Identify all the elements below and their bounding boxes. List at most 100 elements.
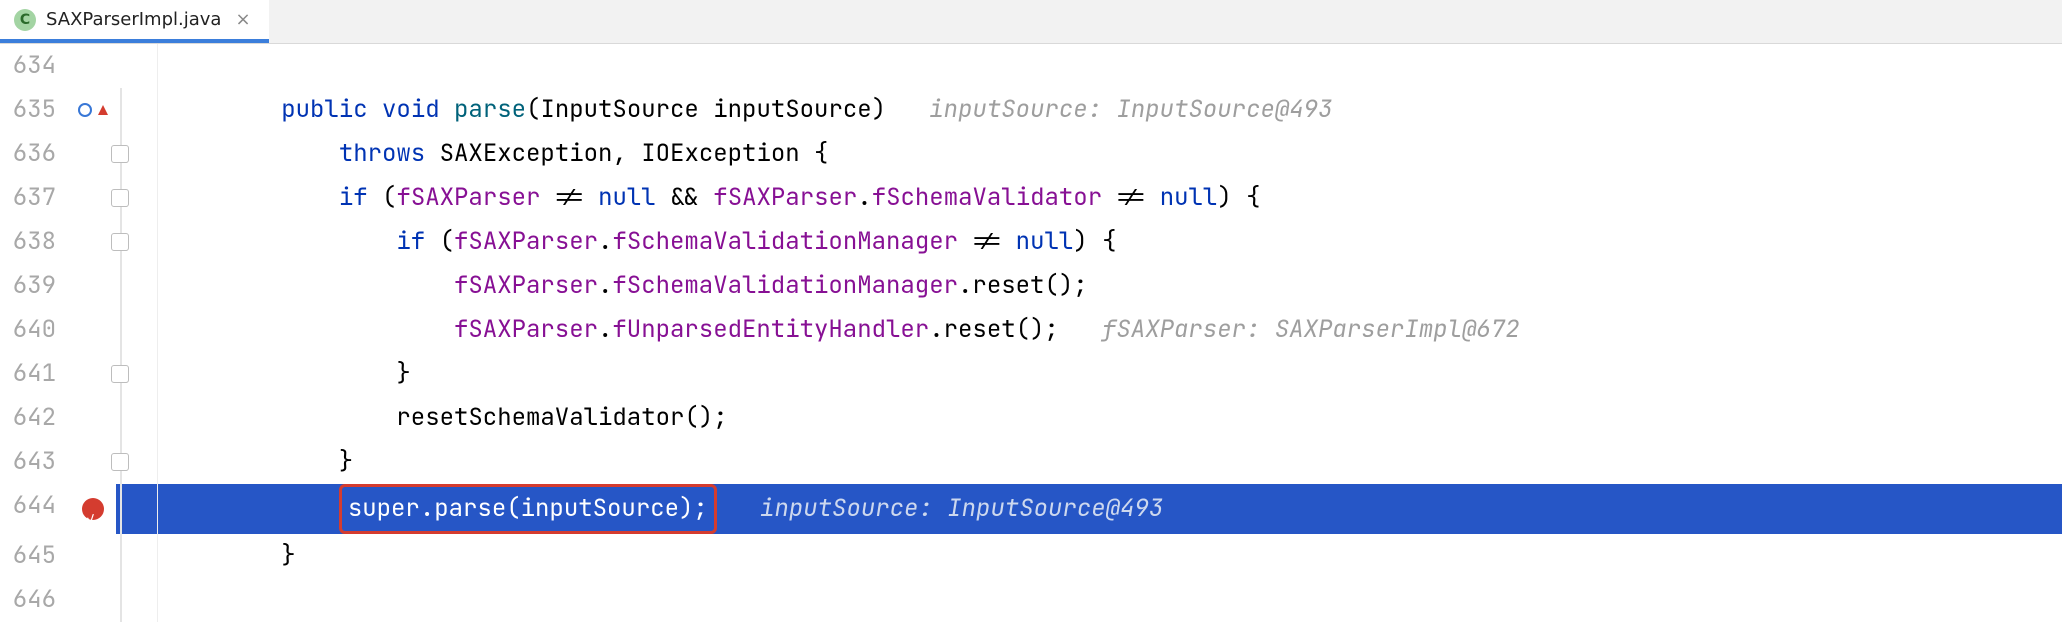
gutter-mark [70, 264, 116, 308]
fold-gutter [116, 396, 158, 440]
op: != [972, 226, 1001, 257]
gutter-mark [70, 132, 116, 176]
line-number: 641 [0, 352, 70, 396]
method-call: parse [434, 493, 506, 524]
op: && [670, 182, 699, 213]
fold-gutter [116, 264, 158, 308]
code-line[interactable]: fSAXParser.fSchemaValidationManager.rese… [158, 264, 2062, 308]
code-line[interactable]: throws SAXException, IOException { [158, 132, 2062, 176]
field: fSchemaValidationManager [612, 270, 958, 301]
file-tab[interactable]: C SAXParserImpl.java × [0, 0, 269, 43]
field: fSchemaValidator [872, 182, 1102, 213]
breakpoint-icon[interactable] [82, 498, 104, 520]
gutter-mark [70, 578, 116, 622]
code-editor[interactable]: 634 635 public void parse(InputSource in… [0, 44, 2062, 622]
tab-filename: SAXParserImpl.java [46, 9, 221, 30]
inline-hint: inputSource: InputSource@493 [929, 94, 1332, 125]
close-icon[interactable]: × [231, 9, 254, 30]
inline-hint: inputSource: InputSource@493 [760, 493, 1163, 524]
field: fSAXParser [713, 182, 857, 213]
class-icon: C [14, 9, 36, 31]
code-line[interactable]: if (fSAXParser.fSchemaValidationManager … [158, 220, 2062, 264]
line-number: 643 [0, 440, 70, 484]
fold-gutter[interactable] [116, 440, 158, 484]
param: inputSource [713, 94, 871, 125]
keyword: if [339, 182, 368, 213]
line-number: 646 [0, 578, 70, 622]
field: fSAXParser [396, 182, 540, 213]
fold-icon[interactable] [111, 189, 129, 207]
code-line-current[interactable]: super.parse(inputSource); inputSource: I… [158, 484, 2062, 534]
gutter-mark [70, 44, 116, 88]
gutter-mark[interactable] [70, 88, 116, 132]
keyword: if [396, 226, 425, 257]
type: IOException [641, 138, 799, 169]
line-number: 640 [0, 308, 70, 352]
method-call: reset [944, 314, 1016, 345]
field: fSAXParser [454, 314, 598, 345]
code-line[interactable]: public void parse(InputSource inputSourc… [158, 88, 2062, 132]
keyword: void [382, 94, 440, 125]
line-number: 636 [0, 132, 70, 176]
line-number: 644 [0, 484, 70, 534]
fold-gutter [116, 484, 158, 534]
arg: inputSource [521, 493, 679, 524]
arrow-up-icon [98, 105, 108, 115]
keyword: null [1160, 182, 1218, 213]
field: fSAXParser [454, 270, 598, 301]
execution-point: super.parse(inputSource); [339, 484, 717, 534]
line-number: 642 [0, 396, 70, 440]
keyword: null [598, 182, 656, 213]
field: fSchemaValidationManager [612, 226, 958, 257]
type: SAXException [440, 138, 613, 169]
keyword: throws [339, 138, 425, 169]
code-line[interactable] [158, 578, 2062, 622]
type: InputSource [540, 94, 698, 125]
fold-icon[interactable] [111, 453, 129, 471]
fold-icon[interactable] [111, 233, 129, 251]
fold-gutter [116, 308, 158, 352]
fold-gutter [116, 578, 158, 622]
field: fSAXParser [454, 226, 598, 257]
gutter-mark[interactable] [70, 484, 116, 534]
gutter-mark [70, 352, 116, 396]
gutter-mark [70, 220, 116, 264]
method-call: reset [972, 270, 1044, 301]
inline-hint: fSAXParser: SAXParserImpl@672 [1102, 314, 1520, 345]
line-number: 635 [0, 88, 70, 132]
gutter-mark [70, 308, 116, 352]
fold-icon[interactable] [111, 145, 129, 163]
line-number: 645 [0, 534, 70, 578]
tab-bar: C SAXParserImpl.java × [0, 0, 2062, 44]
code-line[interactable]: } [158, 534, 2062, 578]
code-line[interactable]: if (fSAXParser != null && fSAXParser.fSc… [158, 176, 2062, 220]
code-line[interactable]: fSAXParser.fUnparsedEntityHandler.reset(… [158, 308, 2062, 352]
op: != [1117, 182, 1146, 213]
code-line[interactable]: } [158, 352, 2062, 396]
fold-gutter[interactable] [116, 132, 158, 176]
fold-gutter[interactable] [116, 220, 158, 264]
line-number: 634 [0, 44, 70, 88]
line-number: 638 [0, 220, 70, 264]
fold-gutter[interactable] [116, 176, 158, 220]
fold-gutter [116, 534, 158, 578]
line-number: 637 [0, 176, 70, 220]
gutter-mark [70, 440, 116, 484]
keyword: public [281, 94, 367, 125]
fold-gutter [116, 44, 158, 88]
gutter-mark [70, 176, 116, 220]
op: != [555, 182, 584, 213]
fold-gutter [116, 88, 158, 132]
fold-icon[interactable] [111, 365, 129, 383]
keyword: super [348, 493, 420, 524]
code-line[interactable] [158, 44, 2062, 88]
code-line[interactable]: } [158, 440, 2062, 484]
code-line[interactable]: resetSchemaValidator(); [158, 396, 2062, 440]
method-call: resetSchemaValidator [396, 402, 684, 433]
method-name: parse [454, 94, 526, 125]
line-number: 639 [0, 264, 70, 308]
override-marker-icon[interactable] [78, 103, 92, 117]
fold-gutter[interactable] [116, 352, 158, 396]
gutter-mark [70, 396, 116, 440]
field: fUnparsedEntityHandler [612, 314, 929, 345]
